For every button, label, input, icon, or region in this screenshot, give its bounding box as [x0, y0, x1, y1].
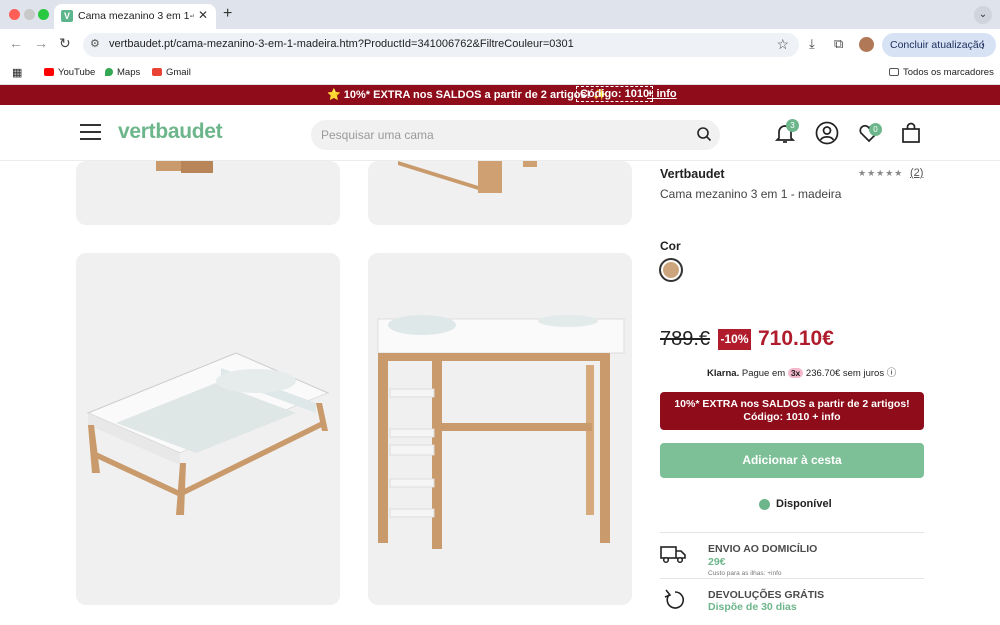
wishlist-badge: 0: [869, 123, 882, 136]
bookmark-label: Gmail: [166, 67, 191, 78]
maximize-window-button[interactable]: [38, 9, 49, 20]
bed-frame-image: [156, 161, 213, 173]
back-arrow-icon[interactable]: ←: [9, 35, 23, 51]
promo-code[interactable]: Código: 1010: [576, 86, 654, 102]
product-name: Cama mezanino 3 em 1 - madeira: [660, 187, 842, 201]
shopping-bag-icon[interactable]: [899, 121, 923, 145]
reload-icon[interactable]: ↻: [59, 35, 71, 52]
tab-search-chevron-icon[interactable]: ⌄: [974, 6, 992, 24]
promo-info-link[interactable]: + info: [647, 88, 677, 100]
old-price: 789.€: [660, 328, 711, 350]
promo-box-line1: 10%* EXTRA nos SALDOS a partir de 2 arti…: [674, 398, 910, 410]
return-arrow-icon: [664, 589, 685, 609]
product-image-1[interactable]: [76, 161, 340, 225]
rating-stars: ★★★★★: [858, 168, 904, 178]
bookmark-star-icon[interactable]: ☆: [776, 36, 789, 53]
returns-subtitle: Dispõe de 30 dias: [708, 601, 797, 613]
youtube-icon: [44, 68, 54, 76]
toddler-bed-image: [86, 352, 330, 515]
profile-avatar[interactable]: [859, 37, 874, 52]
apps-grid-icon[interactable]: ▦: [12, 66, 22, 79]
search-icon[interactable]: [696, 126, 712, 142]
extensions-icon[interactable]: ⧉: [834, 36, 843, 52]
klarna-3x-badge: 3x: [787, 368, 804, 378]
klarna-logo: Klarna.: [707, 368, 740, 379]
shipping-price: 29€: [708, 556, 726, 568]
discount-badge: -10%: [718, 329, 751, 350]
folder-icon: [889, 68, 899, 76]
all-bookmarks-label: Todos os marcadores: [903, 67, 994, 78]
bed-frame-image: [398, 161, 537, 193]
shipping-title: ENVIO AO DOMICÍLIO: [708, 543, 818, 555]
minimize-window-button[interactable]: [24, 9, 35, 20]
download-icon[interactable]: ⤓: [809, 36, 815, 52]
product-image-4[interactable]: [368, 253, 632, 605]
site-header: vertbaudet Pesquisar uma cama 3 0: [0, 105, 1000, 161]
promo-box-line2: Código: 1010 + info: [743, 410, 841, 423]
color-label: Cor: [660, 239, 681, 253]
product-brand: Vertbaudet: [660, 167, 725, 181]
tab-title: Cama mezanino 3 em 1-Quarto: [78, 10, 194, 22]
bookmark-youtube[interactable]: YouTube: [44, 67, 95, 78]
maps-pin-icon: [105, 68, 113, 76]
url-text: vertbaudet.pt/cama-mezanino-3-em-1-madei…: [109, 38, 574, 50]
browser-toolbar: ← → ↻ ⚙ vertbaudet.pt/cama-mezanino-3-em…: [0, 29, 1000, 61]
gmail-icon: [152, 68, 162, 76]
menu-hamburger-icon[interactable]: [80, 124, 101, 140]
forward-arrow-icon[interactable]: →: [34, 35, 48, 51]
all-bookmarks[interactable]: Todos os marcadores: [889, 67, 994, 78]
address-bar[interactable]: ⚙ vertbaudet.pt/cama-mezanino-3-em-1-mad…: [83, 33, 799, 57]
klarna-info: Klarna. Pague em 3x 236.70€ sem juros ⓘ: [707, 365, 896, 379]
bookmark-maps[interactable]: Maps: [105, 67, 140, 78]
bookmark-gmail[interactable]: Gmail: [152, 67, 191, 78]
promo-text: ⭐ 10%* EXTRA nos SALDOS a partir de 2 ar…: [327, 89, 608, 101]
update-button[interactable]: Concluir atualização ⋮: [882, 33, 996, 57]
site-logo[interactable]: vertbaudet: [118, 120, 223, 144]
availability-dot-icon: [759, 499, 770, 510]
search-input[interactable]: Pesquisar uma cama: [321, 128, 434, 142]
new-tab-button[interactable]: +: [223, 5, 232, 23]
bookmark-label: Maps: [117, 67, 141, 78]
availability-status: Disponível: [776, 498, 832, 510]
close-tab-icon[interactable]: ✕: [198, 8, 208, 22]
reviews-link[interactable]: (2): [910, 167, 923, 179]
add-to-cart-button[interactable]: Adicionar à cesta: [660, 443, 924, 478]
info-icon[interactable]: ⓘ: [887, 368, 897, 379]
close-window-button[interactable]: [9, 9, 20, 20]
klarna-pre: Pague em: [741, 368, 786, 379]
product-image-3[interactable]: [76, 253, 340, 605]
promo-box[interactable]: 10%* EXTRA nos SALDOS a partir de 2 arti…: [660, 392, 924, 430]
divider: [660, 532, 924, 533]
returns-title: DEVOLUÇÕES GRÁTIS: [708, 589, 825, 601]
more-menu-icon[interactable]: ⋮: [978, 33, 989, 57]
update-label: Concluir atualização: [890, 39, 985, 51]
notification-badge: 3: [786, 119, 799, 132]
site-favicon-icon: V: [61, 10, 73, 22]
site-settings-icon[interactable]: ⚙: [90, 37, 100, 50]
bookmarks-bar: ▦ YouTube Maps Gmail Todos os marcadores: [0, 61, 1000, 85]
color-swatch-wood[interactable]: [659, 258, 683, 282]
divider: [660, 578, 924, 579]
truck-icon: [660, 546, 686, 564]
browser-tab[interactable]: V Cama mezanino 3 em 1-Quarto ✕: [54, 4, 216, 29]
browser-tab-bar: V Cama mezanino 3 em 1-Quarto ✕ + ⌄: [0, 0, 1000, 29]
product-image-2[interactable]: [368, 161, 632, 225]
loft-bed-image: [377, 315, 625, 549]
current-price: 710.10€: [758, 327, 834, 350]
shipping-note[interactable]: Custo para as ilhas: +info: [708, 570, 782, 577]
search-bar[interactable]: Pesquisar uma cama: [311, 120, 720, 150]
account-icon[interactable]: [815, 121, 839, 145]
promo-banner: ⭐ 10%* EXTRA nos SALDOS a partir de 2 ar…: [0, 85, 1000, 105]
klarna-post: 236.70€ sem juros: [805, 368, 885, 379]
bookmark-label: YouTube: [58, 67, 96, 78]
